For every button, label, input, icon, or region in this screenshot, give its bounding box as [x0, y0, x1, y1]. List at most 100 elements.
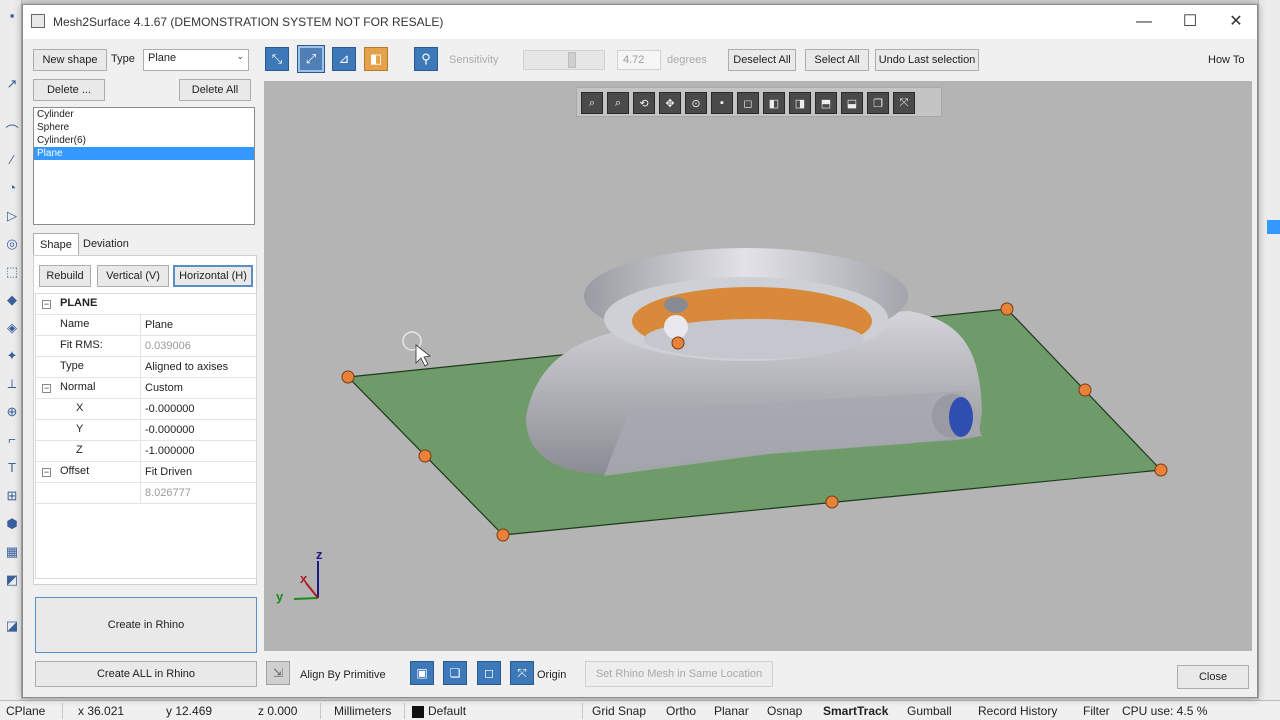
select-region-icon[interactable]: ⤢: [297, 45, 325, 73]
plane-handle[interactable]: [825, 495, 839, 509]
shape-list[interactable]: Cylinder Sphere Cylinder(6) Plane: [33, 107, 255, 225]
new-shape-button[interactable]: New shape: [33, 49, 107, 71]
view-back-icon[interactable]: ❐: [867, 92, 889, 114]
tab-shape[interactable]: Shape: [33, 233, 79, 255]
rhino-tool-icon[interactable]: ▪: [4, 8, 20, 24]
select-lasso-icon[interactable]: ⊿: [332, 47, 356, 71]
view-iso-icon[interactable]: ▪: [711, 92, 733, 114]
undo-last-selection-button[interactable]: Undo Last selection: [875, 49, 979, 71]
property-value[interactable]: Plane: [140, 315, 256, 336]
horizontal-button[interactable]: Horizontal (H): [173, 265, 253, 287]
rhino-tool-icon[interactable]: ◩: [4, 572, 20, 588]
magic-select-icon[interactable]: ⚲: [414, 47, 438, 71]
property-value[interactable]: Fit Driven: [140, 462, 256, 483]
status-smarttrack[interactable]: SmartTrack: [823, 704, 888, 718]
property-value[interactable]: -0.000000: [140, 399, 256, 420]
view-top-icon[interactable]: ⬒: [815, 92, 837, 114]
maximize-button[interactable]: ☐: [1167, 5, 1213, 39]
status-gumball[interactable]: Gumball: [907, 704, 952, 718]
rhino-tool-icon[interactable]: ◎: [4, 236, 20, 252]
rhino-panel-tab[interactable]: [1267, 220, 1280, 234]
plane-handle[interactable]: [496, 528, 510, 542]
view-right-icon[interactable]: ◨: [789, 92, 811, 114]
status-planar[interactable]: Planar: [714, 704, 749, 718]
align-plane-icon[interactable]: ◻: [477, 661, 501, 685]
collapse-icon[interactable]: −: [42, 300, 51, 309]
align-view-icon[interactable]: ▣: [410, 661, 434, 685]
collapse-icon[interactable]: −: [42, 384, 51, 393]
rhino-tool-icon[interactable]: ⌐: [4, 432, 20, 448]
select-all-button[interactable]: Select All: [805, 49, 869, 71]
minimize-button[interactable]: —: [1121, 5, 1167, 39]
list-item-selected[interactable]: Plane: [34, 147, 254, 160]
rhino-tool-icon[interactable]: ∕: [4, 152, 20, 168]
status-ortho[interactable]: Ortho: [666, 704, 696, 718]
sensitivity-slider[interactable]: [523, 50, 605, 70]
plane-handle[interactable]: [1154, 463, 1168, 477]
status-osnap[interactable]: Osnap: [767, 704, 802, 718]
view-front-icon[interactable]: ◻: [737, 92, 759, 114]
plane-handle[interactable]: [1000, 302, 1014, 316]
close-button[interactable]: Close: [1177, 665, 1249, 689]
view-axes-icon[interactable]: ⤧: [893, 92, 915, 114]
rhino-tool-icon[interactable]: ▷: [4, 208, 20, 224]
rhino-tool-icon[interactable]: ◪: [4, 618, 20, 634]
create-in-rhino-button[interactable]: Create in Rhino: [35, 597, 257, 653]
pan-icon[interactable]: ✥: [659, 92, 681, 114]
set-rhino-mesh-button[interactable]: Set Rhino Mesh in Same Location: [585, 661, 773, 687]
rhino-tool-icon[interactable]: ◈: [4, 320, 20, 336]
deselect-all-button[interactable]: Deselect All: [728, 49, 796, 71]
close-window-button[interactable]: ✕: [1213, 5, 1259, 39]
rhino-tool-icon[interactable]: ◔: [4, 180, 20, 196]
plane-handle[interactable]: [1078, 383, 1092, 397]
select-paint-icon[interactable]: ◧: [364, 47, 388, 71]
view-bottom-icon[interactable]: ⬓: [841, 92, 863, 114]
rhino-tool-icon[interactable]: ⬢: [4, 516, 20, 532]
delete-all-button[interactable]: Delete All: [179, 79, 251, 101]
property-value[interactable]: Custom: [140, 378, 256, 399]
align-copy-icon[interactable]: ❏: [443, 661, 467, 685]
rebuild-button[interactable]: Rebuild: [39, 265, 91, 287]
rhino-tool-icon[interactable]: ↗: [4, 76, 20, 92]
property-value[interactable]: Aligned to axises: [140, 357, 256, 378]
status-filter[interactable]: Filter: [1083, 704, 1110, 718]
how-to-link[interactable]: How To: [1208, 54, 1244, 66]
origin-axes-icon[interactable]: ⤧: [510, 661, 534, 685]
plane-handle[interactable]: [671, 336, 685, 350]
property-value[interactable]: -0.000000: [140, 420, 256, 441]
rhino-tool-icon[interactable]: ⊞: [4, 488, 20, 504]
plane-handle[interactable]: [341, 370, 355, 384]
rhino-tool-icon[interactable]: ⊕: [4, 404, 20, 420]
property-value[interactable]: 8.026777: [140, 483, 256, 504]
rhino-tool-icon[interactable]: ⟂: [4, 376, 20, 392]
rhino-tool-icon[interactable]: ⌒: [4, 124, 20, 140]
status-record-history[interactable]: Record History: [978, 704, 1057, 718]
list-item[interactable]: Cylinder: [34, 108, 254, 121]
status-layer[interactable]: Default: [428, 704, 466, 718]
status-grid-snap[interactable]: Grid Snap: [592, 704, 646, 718]
zoom-icon[interactable]: ⊙: [685, 92, 707, 114]
3d-viewport[interactable]: z x y ⌕ ⌕ ⟲ ✥ ⊙ ▪ ◻ ◧ ◨ ⬒ ⬓ ❐ ⤧: [264, 81, 1252, 651]
select-brush-icon[interactable]: ⤡: [265, 47, 289, 71]
align-primitive-icon[interactable]: ⇲: [266, 661, 290, 685]
vertical-button[interactable]: Vertical (V): [97, 265, 169, 287]
type-select[interactable]: Plane ⌄: [143, 49, 249, 71]
property-value[interactable]: -1.000000: [140, 441, 256, 462]
rhino-tool-icon[interactable]: T: [4, 460, 20, 476]
rhino-tool-icon[interactable]: ✦: [4, 348, 20, 364]
plane-handle[interactable]: [418, 449, 432, 463]
rhino-tool-icon[interactable]: ⬚: [4, 264, 20, 280]
status-units[interactable]: Millimeters: [334, 704, 391, 718]
status-cplane[interactable]: CPlane: [6, 704, 45, 718]
collapse-icon[interactable]: −: [42, 468, 51, 477]
sensitivity-value-field[interactable]: 4.72: [617, 50, 661, 70]
rhino-tool-icon[interactable]: ▦: [4, 544, 20, 560]
zoom-extents-icon[interactable]: ⌕: [581, 92, 603, 114]
list-item[interactable]: Cylinder(6): [34, 134, 254, 147]
create-all-in-rhino-button[interactable]: Create ALL in Rhino: [35, 661, 257, 687]
list-item[interactable]: Sphere: [34, 121, 254, 134]
rotate-icon[interactable]: ⟲: [633, 92, 655, 114]
slider-thumb[interactable]: [568, 52, 576, 68]
title-bar[interactable]: Mesh2Surface 4.1.67 (DEMONSTRATION SYSTE…: [23, 5, 1257, 39]
zoom-window-icon[interactable]: ⌕: [607, 92, 629, 114]
